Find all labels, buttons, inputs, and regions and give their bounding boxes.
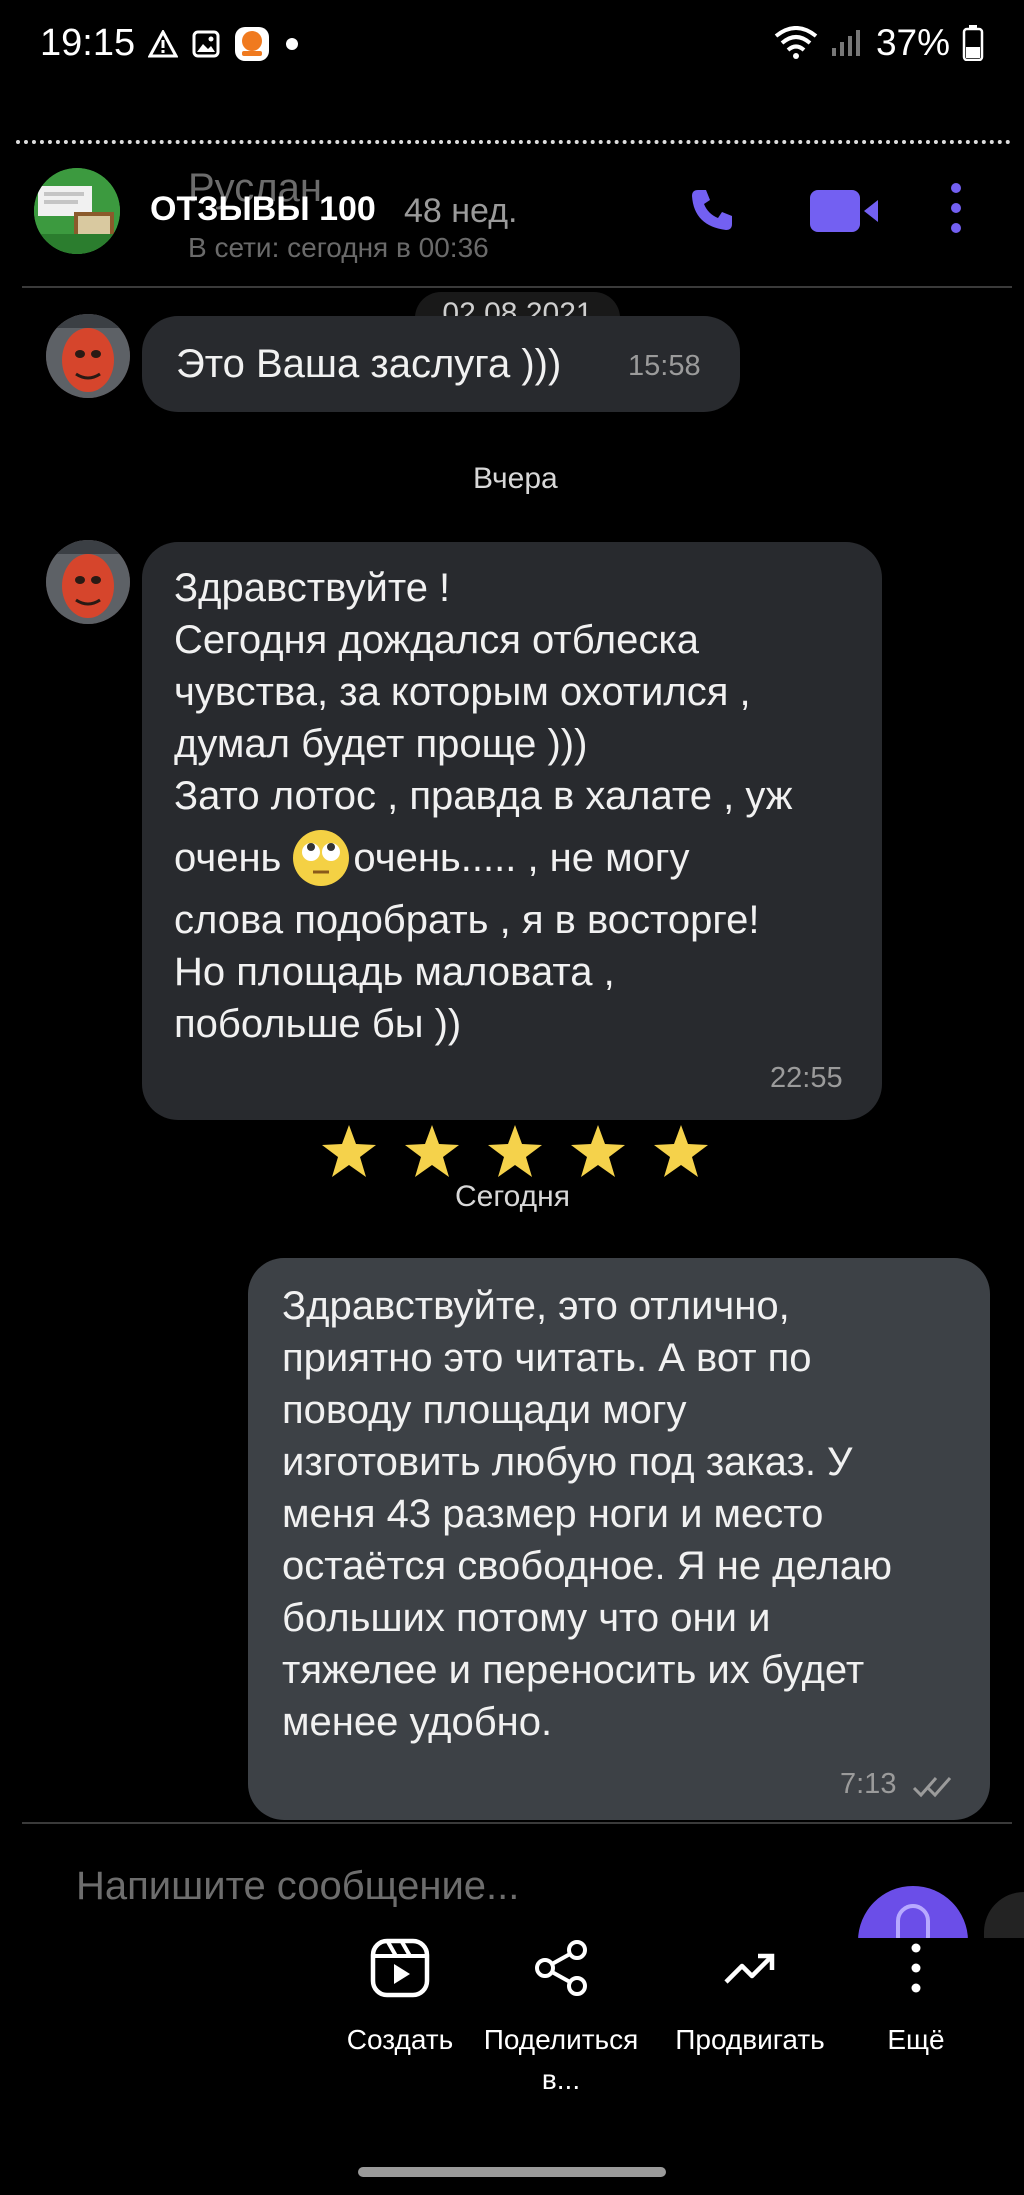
create-button[interactable]: Создать [310,1938,490,2060]
share-icon [535,1940,587,1996]
day-separator-yesterday: Вчера [473,462,558,495]
message-text: Здравствуйте, это отлично, приятно это ч… [282,1284,893,1744]
reels-icon [370,1938,430,1998]
star-icon [571,1125,625,1177]
phone-call-icon[interactable] [688,186,736,234]
signal-icon [831,30,860,56]
read-checkmarks-icon [912,1777,952,1798]
trending-up-icon [724,1953,775,1984]
star-icon [405,1125,459,1177]
post-actions-bar: Создать Поделиться в... Продвигать Ещё [0,1938,1024,2108]
sender-avatar[interactable] [46,314,130,398]
chat-header: Руслан ОТЗЫВЫ 100 48 нед. В сети: сегодн… [0,150,1024,290]
day-separator-today: Сегодня [455,1180,570,1213]
video-call-icon[interactable] [808,188,880,234]
more-vertical-icon [911,1943,921,1993]
wifi-icon [774,26,818,59]
message-time: 15:58 [628,350,701,382]
battery-icon [962,25,984,61]
message-text: Здравствуйте ! Сегодня дождался отблеска… [174,566,793,1046]
share-button[interactable]: Поделиться в... [471,1938,651,2100]
more-options-icon[interactable] [948,182,964,234]
star-icon [322,1125,376,1177]
rating-stars [320,1123,710,1181]
share-label: Поделиться в... [483,2024,639,2095]
contact-status: В сети: сегодня в 00:36 [188,232,489,263]
voice-message-button[interactable] [858,1886,968,1942]
rolling-eyes-emoji-icon [293,830,350,886]
message-text: Это Ваша заслуга ))) [176,342,562,386]
overlay-title: ОТЗЫВЫ 100 [150,190,376,228]
post-age: 48 нед. [404,192,518,230]
dot-icon [286,38,298,50]
message-bubble-incoming[interactable]: Это Ваша заслуга ))) 15:58 [142,316,740,412]
home-indicator[interactable] [358,2167,666,2177]
more-label: Ещё [887,2024,945,2055]
composer-divider [22,1822,1012,1824]
battery-percent: 37% [875,22,950,63]
message-bubble-incoming[interactable]: Здравствуйте ! Сегодня дождался отблеска… [142,542,882,1120]
sender-avatar[interactable] [46,540,130,624]
promote-label: Продвигать [675,2024,825,2055]
message-time: 22:55 [770,1062,843,1094]
side-button[interactable] [984,1892,1024,1942]
divider [16,140,1011,144]
contact-avatar[interactable] [34,168,120,254]
create-label: Создать [346,2024,454,2055]
status-time: 19:15 [40,22,136,64]
app-notification-icon [235,27,269,61]
message-time: 7:13 [840,1768,897,1800]
message-input[interactable]: Напишите сообщение... [76,1864,519,1909]
warning-icon [148,30,178,58]
image-icon [192,30,220,58]
header-divider [22,286,1012,288]
message-bubble-outgoing[interactable]: Здравствуйте, это отлично, приятно это ч… [248,1258,990,1820]
promote-button[interactable]: Продвигать [660,1938,840,2060]
star-icon [654,1125,708,1177]
more-button[interactable]: Ещё [826,1938,1006,2060]
star-icon [488,1125,542,1177]
status-bar: 19:15 37% [0,0,1024,90]
